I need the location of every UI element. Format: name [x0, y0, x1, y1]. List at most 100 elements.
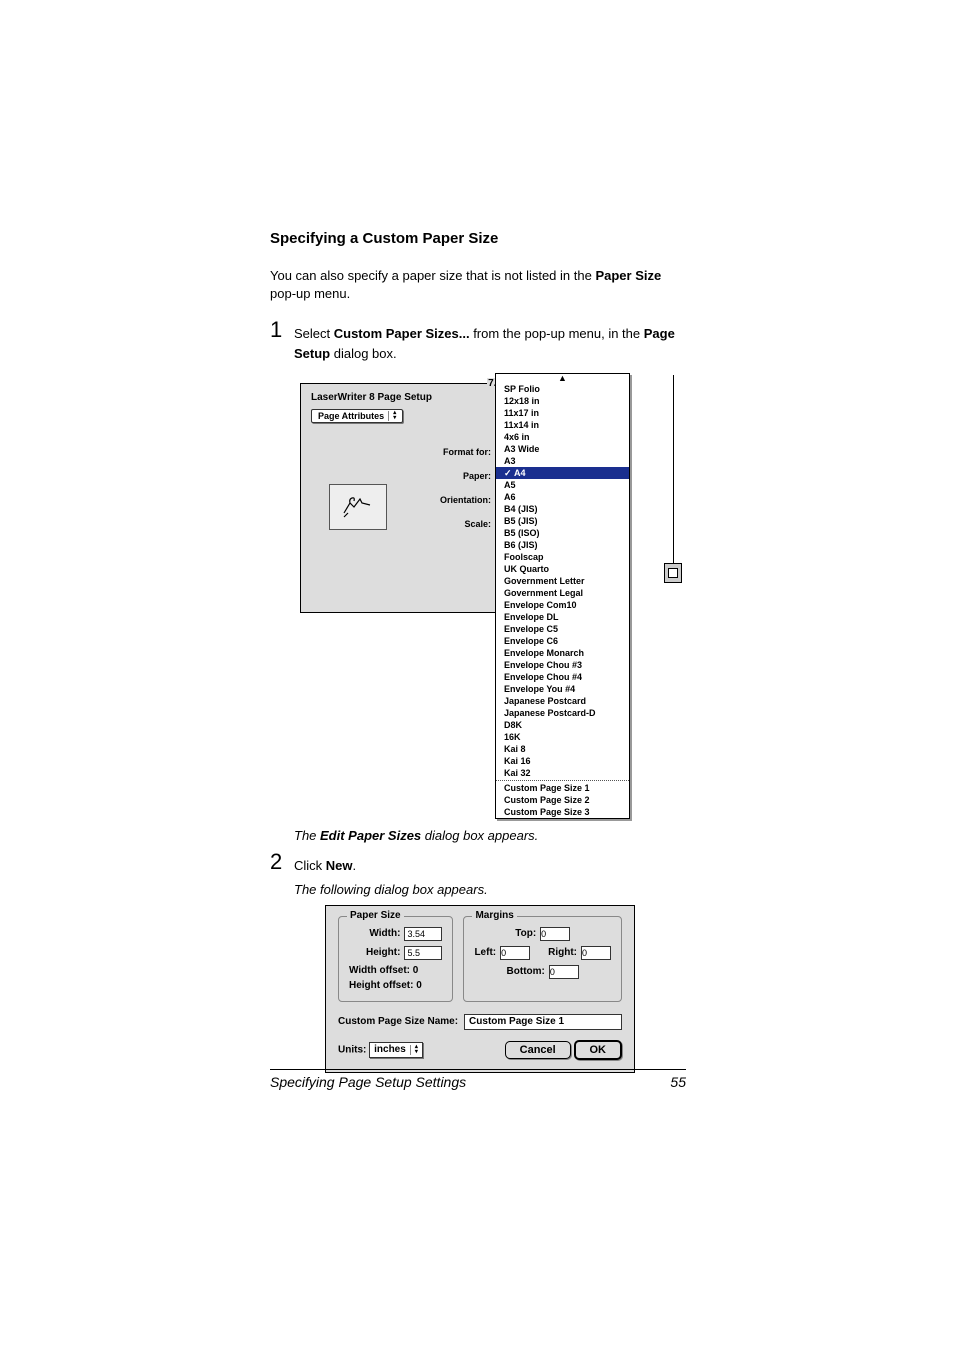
t: Select: [294, 326, 334, 341]
margins-legend: Margins: [472, 910, 516, 921]
bottom-label: Bottom:: [507, 966, 545, 977]
menu-item[interactable]: A3: [496, 455, 629, 467]
width-offset: Width offset: 0: [349, 965, 442, 976]
custom-name-input[interactable]: [464, 1014, 622, 1030]
right-input[interactable]: [581, 946, 611, 960]
footer-title: Specifying Page Setup Settings: [270, 1074, 466, 1090]
scale-label: Scale:: [440, 512, 491, 536]
bottom-input[interactable]: [549, 965, 579, 979]
menu-item[interactable]: B5 (JIS): [496, 515, 629, 527]
t: dialog box appears.: [421, 828, 538, 843]
menu-item[interactable]: A3 Wide: [496, 443, 629, 455]
menu-item[interactable]: Japanese Postcard: [496, 695, 629, 707]
menu-item[interactable]: Custom Page Size 2: [496, 794, 629, 806]
menu-item[interactable]: B5 (ISO): [496, 527, 629, 539]
t: .: [353, 858, 357, 873]
left-input[interactable]: [500, 946, 530, 960]
menu-item[interactable]: Kai 16: [496, 755, 629, 767]
menu-item-selected[interactable]: A4: [496, 467, 629, 479]
menu-item[interactable]: Envelope C5: [496, 623, 629, 635]
menu-item[interactable]: Government Letter: [496, 575, 629, 587]
units-value: inches: [374, 1044, 406, 1055]
page-attributes-label: Page Attributes: [318, 411, 384, 421]
caption-2: The following dialog box appears.: [294, 882, 690, 897]
t: The: [294, 828, 320, 843]
margins-fieldset: Margins Top: Left: Right: Bottom:: [463, 916, 622, 1002]
menu-item[interactable]: 12x18 in: [496, 395, 629, 407]
menu-item[interactable]: Envelope C6: [496, 635, 629, 647]
popup-arrows-icon: [393, 411, 396, 421]
menu-item[interactable]: A5: [496, 479, 629, 491]
page-footer: Specifying Page Setup Settings 55: [270, 1069, 686, 1090]
intro-prefix: You can also specify a paper size that i…: [270, 268, 595, 283]
page-setup-dialog: 7.1 LaserWriter 8 Page Setup Page Attrib…: [300, 383, 500, 613]
scrollbar-track: [664, 375, 682, 563]
paper-size-fieldset: Paper Size Width: Height: Width offset: …: [338, 916, 453, 1002]
width-label: Width:: [349, 928, 400, 939]
orientation-label: Orientation:: [440, 488, 491, 512]
cancel-button[interactable]: Cancel: [505, 1041, 571, 1059]
t: from the pop-up menu, in the: [470, 326, 644, 341]
height-input[interactable]: [404, 946, 442, 960]
left-label: Left:: [474, 947, 496, 958]
step-1: 1 Select Custom Paper Sizes... from the …: [270, 317, 690, 363]
menu-group-bottom: Custom Page Size 1 Custom Page Size 2 Cu…: [496, 782, 629, 818]
menu-item[interactable]: SP Folio: [496, 383, 629, 395]
paper-size-menu[interactable]: ▲ SP Folio 12x18 in 11x17 in 11x14 in 4x…: [495, 373, 630, 819]
menu-item[interactable]: 4x6 in: [496, 431, 629, 443]
right-label: Right:: [548, 947, 577, 958]
popup-separator: [410, 1045, 411, 1055]
popup-separator: [388, 411, 389, 421]
popup-arrows-icon: [415, 1045, 418, 1055]
menu-item[interactable]: A6: [496, 491, 629, 503]
menu-item[interactable]: D8K: [496, 719, 629, 731]
step-2-text: Click New.: [294, 849, 356, 876]
menu-item[interactable]: Foolscap: [496, 551, 629, 563]
menu-item[interactable]: Custom Page Size 1: [496, 782, 629, 794]
menu-item[interactable]: Envelope Com10: [496, 599, 629, 611]
paper-label: Paper:: [440, 464, 491, 488]
height-offset: Height offset: 0: [349, 980, 442, 991]
menu-item[interactable]: 16K: [496, 731, 629, 743]
top-input[interactable]: [540, 927, 570, 941]
t: New: [326, 858, 353, 873]
menu-item[interactable]: Envelope Monarch: [496, 647, 629, 659]
custom-name-label: Custom Page Size Name:: [338, 1016, 458, 1027]
t: Custom Paper Sizes...: [334, 326, 470, 341]
menu-scroll-up-icon[interactable]: ▲: [496, 374, 629, 383]
top-label: Top:: [515, 928, 536, 939]
menu-group-mid: A5 A6 B4 (JIS) B5 (JIS) B5 (ISO) B6 (JIS…: [496, 479, 629, 779]
step-2: 2 Click New.: [270, 849, 690, 876]
menu-item[interactable]: B6 (JIS): [496, 539, 629, 551]
step-2-number: 2: [270, 849, 294, 876]
menu-item[interactable]: Kai 8: [496, 743, 629, 755]
menu-item[interactable]: Japanese Postcard-D: [496, 707, 629, 719]
scrollbar-thumb[interactable]: [664, 563, 682, 583]
menu-item[interactable]: Custom Page Size 3: [496, 806, 629, 818]
intro-suffix: pop-up menu.: [270, 286, 350, 301]
menu-item[interactable]: 11x14 in: [496, 419, 629, 431]
caption-1: The Edit Paper Sizes dialog box appears.: [294, 828, 690, 843]
t: dialog box.: [330, 346, 397, 361]
menu-item[interactable]: UK Quarto: [496, 563, 629, 575]
section-heading: Specifying a Custom Paper Size: [270, 230, 690, 247]
custom-size-dialog: Paper Size Width: Height: Width offset: …: [325, 905, 635, 1073]
figure-page-setup: 7.1 LaserWriter 8 Page Setup Page Attrib…: [300, 373, 660, 818]
menu-item[interactable]: 11x17 in: [496, 407, 629, 419]
preview-icon: [329, 484, 387, 530]
page-attributes-popup[interactable]: Page Attributes: [311, 409, 403, 423]
menu-item[interactable]: Envelope You #4: [496, 683, 629, 695]
units-popup[interactable]: inches: [369, 1042, 423, 1058]
menu-group-top: SP Folio 12x18 in 11x17 in 11x14 in 4x6 …: [496, 383, 629, 467]
menu-item[interactable]: Envelope Chou #3: [496, 659, 629, 671]
step-1-text: Select Custom Paper Sizes... from the po…: [294, 317, 690, 363]
footer-page-number: 55: [670, 1074, 686, 1090]
menu-item[interactable]: B4 (JIS): [496, 503, 629, 515]
menu-item[interactable]: Envelope DL: [496, 611, 629, 623]
width-input[interactable]: [404, 927, 442, 941]
ok-button[interactable]: OK: [574, 1040, 623, 1060]
menu-item[interactable]: Kai 32: [496, 767, 629, 779]
t: Click: [294, 858, 326, 873]
menu-item[interactable]: Envelope Chou #4: [496, 671, 629, 683]
menu-item[interactable]: Government Legal: [496, 587, 629, 599]
